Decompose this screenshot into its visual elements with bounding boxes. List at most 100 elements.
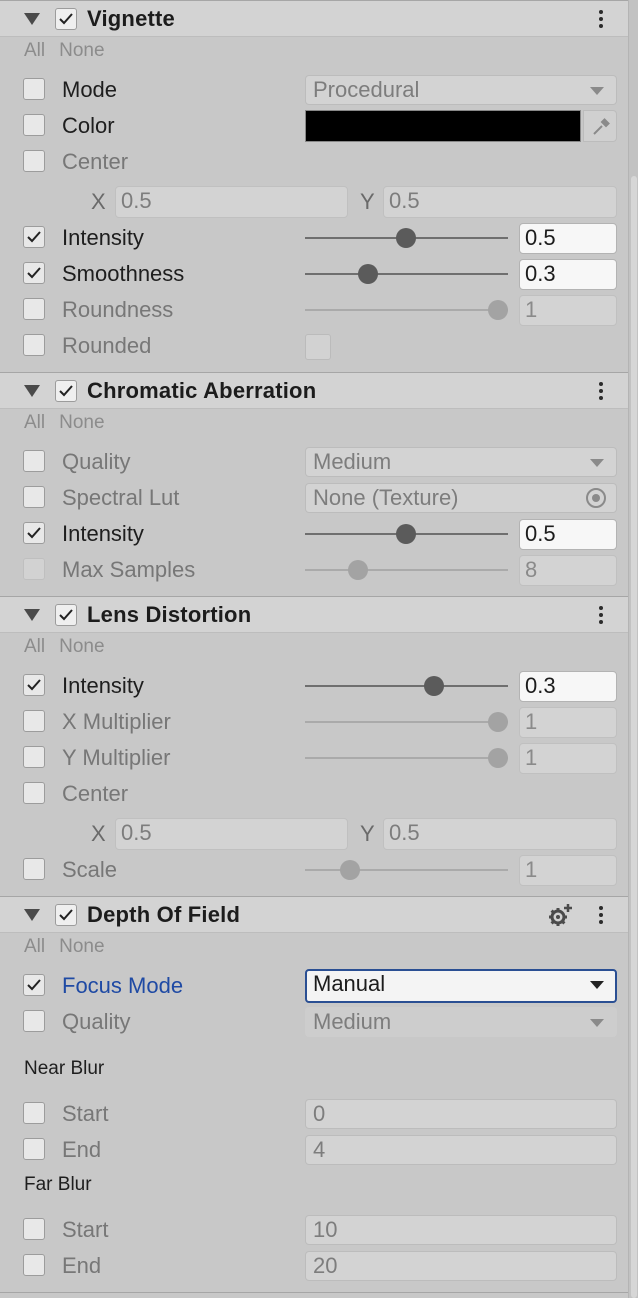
lens-enable-checkbox[interactable] [55,604,77,626]
dof-enable-checkbox[interactable] [55,904,77,926]
override-checkbox[interactable] [23,150,45,172]
override-checkbox[interactable] [23,262,45,284]
slider-knob[interactable] [488,300,508,320]
more-menu-icon[interactable] [598,606,604,627]
smoothness-value-field[interactable]: 0.3 [519,259,617,290]
center-x-field[interactable]: 0.5 [115,186,348,218]
x-multiplier-value-field[interactable]: 1 [519,707,617,738]
override-checkbox[interactable] [23,710,45,732]
override-checkbox[interactable] [23,450,45,472]
scrollbar[interactable] [628,0,638,1298]
max-samples-value-field[interactable]: 8 [519,555,617,586]
intensity-value-field[interactable]: 0.3 [519,671,617,702]
slider-knob[interactable] [340,860,360,880]
override-checkbox[interactable] [23,1138,45,1160]
chromatic-header[interactable]: Chromatic Aberration [0,372,628,409]
far-end-field[interactable]: 20 [305,1251,617,1281]
mode-dropdown[interactable]: Procedural [305,75,617,105]
none-link[interactable]: None [59,636,104,657]
slider-knob[interactable] [488,748,508,768]
foldout-arrow-icon[interactable] [24,13,40,25]
eyedropper-button[interactable] [583,110,617,142]
scale-value-field[interactable]: 1 [519,855,617,886]
slider-track[interactable] [305,273,508,275]
near-end-field[interactable]: 4 [305,1135,617,1165]
more-menu-icon[interactable] [598,382,604,403]
foldout-arrow-icon[interactable] [24,385,40,397]
slider-track[interactable] [305,685,508,687]
roundness-value-field[interactable]: 1 [519,295,617,326]
lens-header[interactable]: Lens Distortion [0,596,628,633]
override-checkbox[interactable] [23,334,45,356]
override-checkbox[interactable] [23,782,45,804]
more-menu-icon[interactable] [598,10,604,31]
slider-track[interactable] [305,721,508,723]
intensity-value-field[interactable]: 0.5 [519,519,617,550]
override-checkbox[interactable] [23,974,45,996]
color-swatch[interactable] [305,110,581,142]
near-start-field[interactable]: 0 [305,1099,617,1129]
override-checkbox[interactable] [23,522,45,544]
override-checkbox[interactable] [23,1254,45,1276]
slider-track[interactable] [305,309,508,311]
gear-plus-icon[interactable] [548,903,574,931]
chromatic-enable-checkbox[interactable] [55,380,77,402]
all-link[interactable]: All [24,936,45,957]
none-link[interactable]: None [59,40,104,61]
focus-mode-dropdown[interactable]: Manual [305,969,617,1003]
foldout-arrow-icon[interactable] [24,909,40,921]
slider-knob[interactable] [396,524,416,544]
quality-dropdown[interactable]: Medium [305,447,617,477]
slider-knob[interactable] [358,264,378,284]
spectral-lut-field[interactable]: None (Texture) [305,483,617,513]
slider-track[interactable] [305,757,508,759]
vignette-enable-checkbox[interactable] [55,8,77,30]
slider-knob[interactable] [488,712,508,732]
field-label: End [62,1137,102,1162]
all-link[interactable]: All [24,636,45,657]
slider-track[interactable] [305,869,508,871]
all-none-toggles: All None [24,40,105,62]
far-start-field[interactable]: 10 [305,1215,617,1245]
all-link[interactable]: All [24,412,45,433]
none-link[interactable]: None [59,412,104,433]
slider-knob[interactable] [348,560,368,580]
override-checkbox[interactable] [23,486,45,508]
none-link[interactable]: None [59,936,104,957]
y-multiplier-value-field[interactable]: 1 [519,743,617,774]
dof-header[interactable]: Depth Of Field [0,896,628,933]
override-checkbox[interactable] [23,1010,45,1032]
intensity-value-field[interactable]: 0.5 [519,223,617,254]
object-picker-icon[interactable] [586,488,606,508]
override-checkbox[interactable] [23,746,45,768]
field-label: Smoothness [62,261,185,286]
quality-dropdown[interactable]: Medium [305,1007,617,1037]
override-checkbox[interactable] [23,114,45,136]
override-checkbox[interactable] [23,858,45,880]
all-link[interactable]: All [24,40,45,61]
override-checkbox[interactable] [23,78,45,100]
vignette-header[interactable]: Vignette [0,0,628,37]
more-menu-icon[interactable] [598,906,604,927]
center-x-field[interactable]: 0.5 [115,818,348,850]
foldout-arrow-icon[interactable] [24,609,40,621]
override-checkbox[interactable] [23,558,45,580]
field-label: Focus Mode [62,973,184,998]
override-checkbox[interactable] [23,226,45,248]
center-y-field[interactable]: 0.5 [383,186,617,218]
rounded-toggle[interactable] [305,334,331,360]
slider-knob[interactable] [396,228,416,248]
scrollbar-thumb[interactable] [631,176,637,1298]
y-axis-label: Y [360,189,375,214]
field-label: Y Multiplier [62,745,171,770]
override-checkbox[interactable] [23,1218,45,1240]
override-checkbox[interactable] [23,674,45,696]
override-checkbox[interactable] [23,1102,45,1124]
center-y-field[interactable]: 0.5 [383,818,617,850]
field-label: Intensity [62,521,144,546]
slider-knob[interactable] [424,676,444,696]
dropdown-arrow-icon [590,1019,604,1027]
slider-track[interactable] [305,569,508,571]
override-checkbox[interactable] [23,298,45,320]
chromatic-quality-row: Quality Medium [0,444,628,480]
